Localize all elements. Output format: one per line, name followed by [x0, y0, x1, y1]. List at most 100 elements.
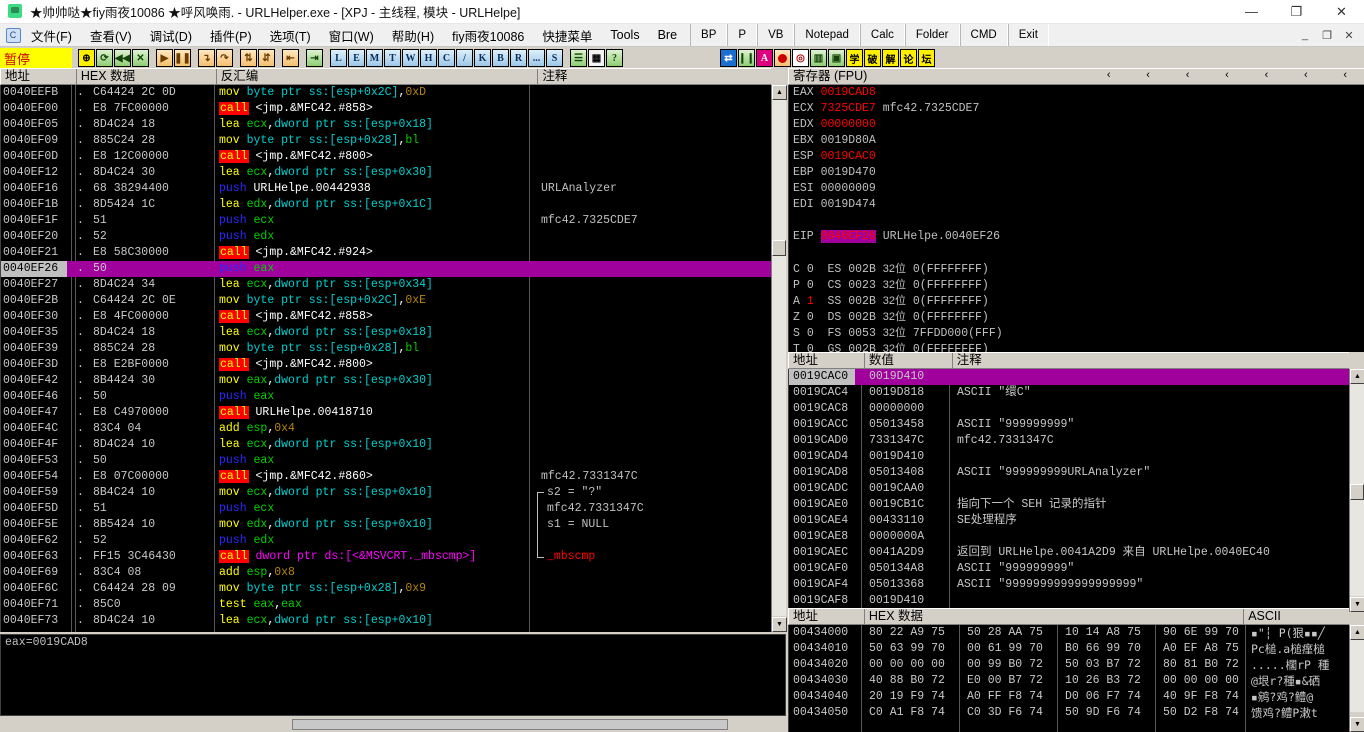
disassembly-row[interactable]: 0040EF59. 8B4C24 10 mov ecx,dword ptr ss:[…	[1, 485, 771, 502]
stack-value[interactable]: 0019D410	[869, 593, 924, 609]
toolbar-button-exit[interactable]: Exit	[1007, 24, 1049, 46]
disassembly-row[interactable]: 0040EF0D. E8 12C00000 call <jmp.&MFC42.#80…	[1, 149, 771, 165]
stack-value[interactable]: 05013368	[869, 577, 924, 593]
dump-col-header-ascii[interactable]: ASCII	[1244, 609, 1349, 624]
register-value[interactable]: 0019D80A	[821, 134, 876, 147]
bottom-hscrollbar[interactable]	[292, 718, 786, 732]
dump-hex-group[interactable]: 80 81 B0 72	[1163, 657, 1239, 673]
menu-tools[interactable]: Tools	[601, 24, 648, 46]
stack-value[interactable]: 05013408	[869, 465, 924, 481]
disassembly-row[interactable]: 0040EF26. 50 push eax	[1, 261, 771, 277]
register-row[interactable]: EBX 0019D80A	[789, 133, 1364, 149]
flag-bit[interactable]: 0	[807, 343, 814, 352]
dump-hex-group[interactable]: 00 61 99 70	[967, 641, 1043, 657]
menu-view[interactable]: 查看(V)	[81, 24, 141, 46]
call-stack-button[interactable]: K	[474, 49, 491, 67]
stack-row[interactable]: 0019CADC 0019CAA0	[789, 481, 1349, 497]
register-row[interactable]: EDX 00000000	[789, 117, 1364, 133]
minimize-button[interactable]: —	[1229, 0, 1274, 23]
mdi-minimize-button[interactable]: _	[1294, 29, 1316, 41]
cpu-window-button[interactable]: C	[438, 49, 455, 67]
options-list-icon[interactable]: ☰	[570, 49, 587, 67]
pause-plugin-icon[interactable]: ❙❙	[738, 49, 755, 67]
hscroll-thumb[interactable]	[292, 719, 728, 730]
disassembly-row[interactable]: 0040EF5D. 51 push ecx mfc42.7331347C	[1, 501, 771, 517]
disassembly-row[interactable]: 0040EF16. 68 38294400 push URLHelpe.004429…	[1, 181, 771, 197]
disassembly-row[interactable]: 0040EF54. E8 07C00000 call <jmp.&MFC42.#86…	[1, 469, 771, 485]
collapse-arrow-1[interactable]: ‹	[1089, 69, 1128, 84]
patches-window-button[interactable]: /	[456, 49, 473, 67]
dump-hex-group[interactable]: 50 9D F6 74	[1065, 705, 1141, 721]
stack-value[interactable]: 0019CB1C	[869, 497, 924, 513]
pause-icon[interactable]: ❚❚	[174, 49, 191, 67]
scroll-thumb[interactable]	[772, 240, 786, 256]
stack-row[interactable]: 0019CAE0 0019CB1C 指向下一个 SEH 记录的指针	[789, 497, 1349, 513]
stack-value[interactable]: 0019D410	[869, 449, 924, 465]
plugin-lun-icon[interactable]: 论	[900, 49, 917, 67]
stack-row[interactable]: 0019CAC8 00000000	[789, 401, 1349, 417]
disassembly-row[interactable]: 0040EF62. 52 push edx	[1, 533, 771, 549]
disassembly-list[interactable]: 0040EEFB. C64424 2C 0D mov byte ptr ss:[es…	[0, 85, 771, 632]
flag-row[interactable]: T 0 GS 002B 32位 0(FFFFFFFF)	[789, 341, 1364, 352]
threads-window-button[interactable]: T	[384, 49, 401, 67]
maximize-button[interactable]: ❐	[1274, 0, 1319, 23]
dump-hex-group[interactable]: 40 9F F8 74	[1163, 689, 1239, 705]
flag-bit[interactable]: 0	[807, 327, 814, 340]
anti-icon[interactable]: A	[756, 49, 773, 67]
disassembly-row[interactable]: 0040EF6C. C64424 28 09 mov byte ptr ss:[es…	[1, 581, 771, 597]
disassembly-row[interactable]: 0040EF12. 8D4C24 30 lea ecx,dword ptr ss:[…	[1, 165, 771, 181]
registers-list[interactable]: EAX 0019CAD8 ECX 7325CDE7 mfc42.7325CDE7 E…	[788, 85, 1364, 352]
toolbar-button-notepad[interactable]: Notepad	[794, 24, 860, 46]
dump-hex-group[interactable]: 00 00 00 00	[869, 657, 945, 673]
stack-value[interactable]: 0041A2D9	[869, 545, 924, 561]
disassembly-row[interactable]: 0040EF39. 885C24 28 mov byte ptr ss:[esp+0…	[1, 341, 771, 357]
sync-icon[interactable]: ⇄	[720, 49, 737, 67]
stack-row[interactable]: 0019CAF0 050134A8 ASCII "999999999"	[789, 561, 1349, 577]
register-value[interactable]: 00000009	[821, 182, 876, 195]
stack-row[interactable]: 0019CAF4 05013368 ASCII "99999999999999999…	[789, 577, 1349, 593]
stack-col-header-address[interactable]: 地址	[789, 353, 865, 368]
col-header-hex[interactable]: HEX 数据	[77, 69, 217, 84]
trace-into-icon[interactable]: ⇅	[240, 49, 257, 67]
disassembly-row[interactable]: 0040EF53. 50 push eax	[1, 453, 771, 469]
disassembly-row[interactable]: 0040EF73. 8D4C24 10 lea ecx,dword ptr ss:[…	[1, 613, 771, 629]
toolbar-button-p[interactable]: P	[727, 24, 758, 46]
restart-icon[interactable]: ⟳	[96, 49, 113, 67]
collapse-arrow-4[interactable]: ‹	[1207, 69, 1246, 84]
open-target-icon[interactable]: ⊕	[78, 49, 95, 67]
stack-row[interactable]: 0019CACC 05013458 ASCII "999999999"	[789, 417, 1349, 433]
menu-debug[interactable]: 调试(D)	[141, 24, 201, 46]
register-value[interactable]: 0019D474	[821, 198, 876, 211]
register-value[interactable]: 0040EF26	[820, 230, 876, 243]
run-icon[interactable]: ▶	[156, 49, 173, 67]
plugin-jie-icon[interactable]: 解	[882, 49, 899, 67]
dump-row[interactable]: 00434050 C0 A1 F8 74 C0 3D F6 74 50 9D F6 7…	[789, 705, 1349, 721]
disassembly-row[interactable]: 0040EF1F. 51 push ecx mfc42.7325CDE7	[1, 213, 771, 229]
disassembly-row[interactable]: 0040EF4F. 8D4C24 10 lea ecx,dword ptr ss:[…	[1, 437, 771, 453]
dump-hex-group[interactable]: 00 99 B0 72	[967, 657, 1043, 673]
register-value[interactable]: 0019CAD8	[821, 86, 876, 99]
register-row[interactable]: EDI 0019D474	[789, 197, 1364, 213]
menu-bre[interactable]: Bre	[649, 24, 686, 46]
disassembly-vscrollbar[interactable]: ▲ ▼	[771, 85, 787, 632]
toolbar-button-vb[interactable]: VB	[757, 24, 795, 46]
dump-hex-group[interactable]: E0 00 B7 72	[967, 673, 1043, 689]
toolbar-button-cmd[interactable]: CMD	[959, 24, 1008, 46]
dump-hex-group[interactable]: 10 26 B3 72	[1065, 673, 1141, 689]
stack-row[interactable]: 0019CAD0 7331347C mfc42.7331347C	[789, 433, 1349, 449]
dump-hex-group[interactable]: 40 88 B0 72	[869, 673, 945, 689]
scroll-up-button[interactable]: ▲	[772, 85, 787, 100]
log-window-button[interactable]: L	[330, 49, 347, 67]
dump-hex-group[interactable]: 50 28 AA 75	[967, 625, 1043, 641]
stack-scroll-up-button[interactable]: ▲	[1350, 369, 1364, 384]
step-into-icon[interactable]: ↴	[198, 49, 215, 67]
disassembly-row[interactable]: 0040EF21. E8 58C30000 call <jmp.&MFC42.#92…	[1, 245, 771, 261]
handles-window-button[interactable]: H	[420, 49, 437, 67]
appearance-icon[interactable]: ▦	[588, 49, 605, 67]
flag-row[interactable]: S 0 FS 0053 32位 7FFDD000(FFF)	[789, 325, 1364, 341]
disassembly-row[interactable]: 0040EF63. FF15 3C46430 call dword ptr ds:[…	[1, 549, 771, 565]
dump-hex-group[interactable]: 10 14 A8 75	[1065, 625, 1141, 641]
dump-hex-group[interactable]: 20 19 F9 74	[869, 689, 945, 705]
disassembly-row[interactable]: 0040EF47. E8 C4970000 call URLHelpe.004187…	[1, 405, 771, 421]
dump-list[interactable]: 00434000 80 22 A9 75 50 28 AA 75 10 14 A8 7…	[788, 625, 1349, 732]
